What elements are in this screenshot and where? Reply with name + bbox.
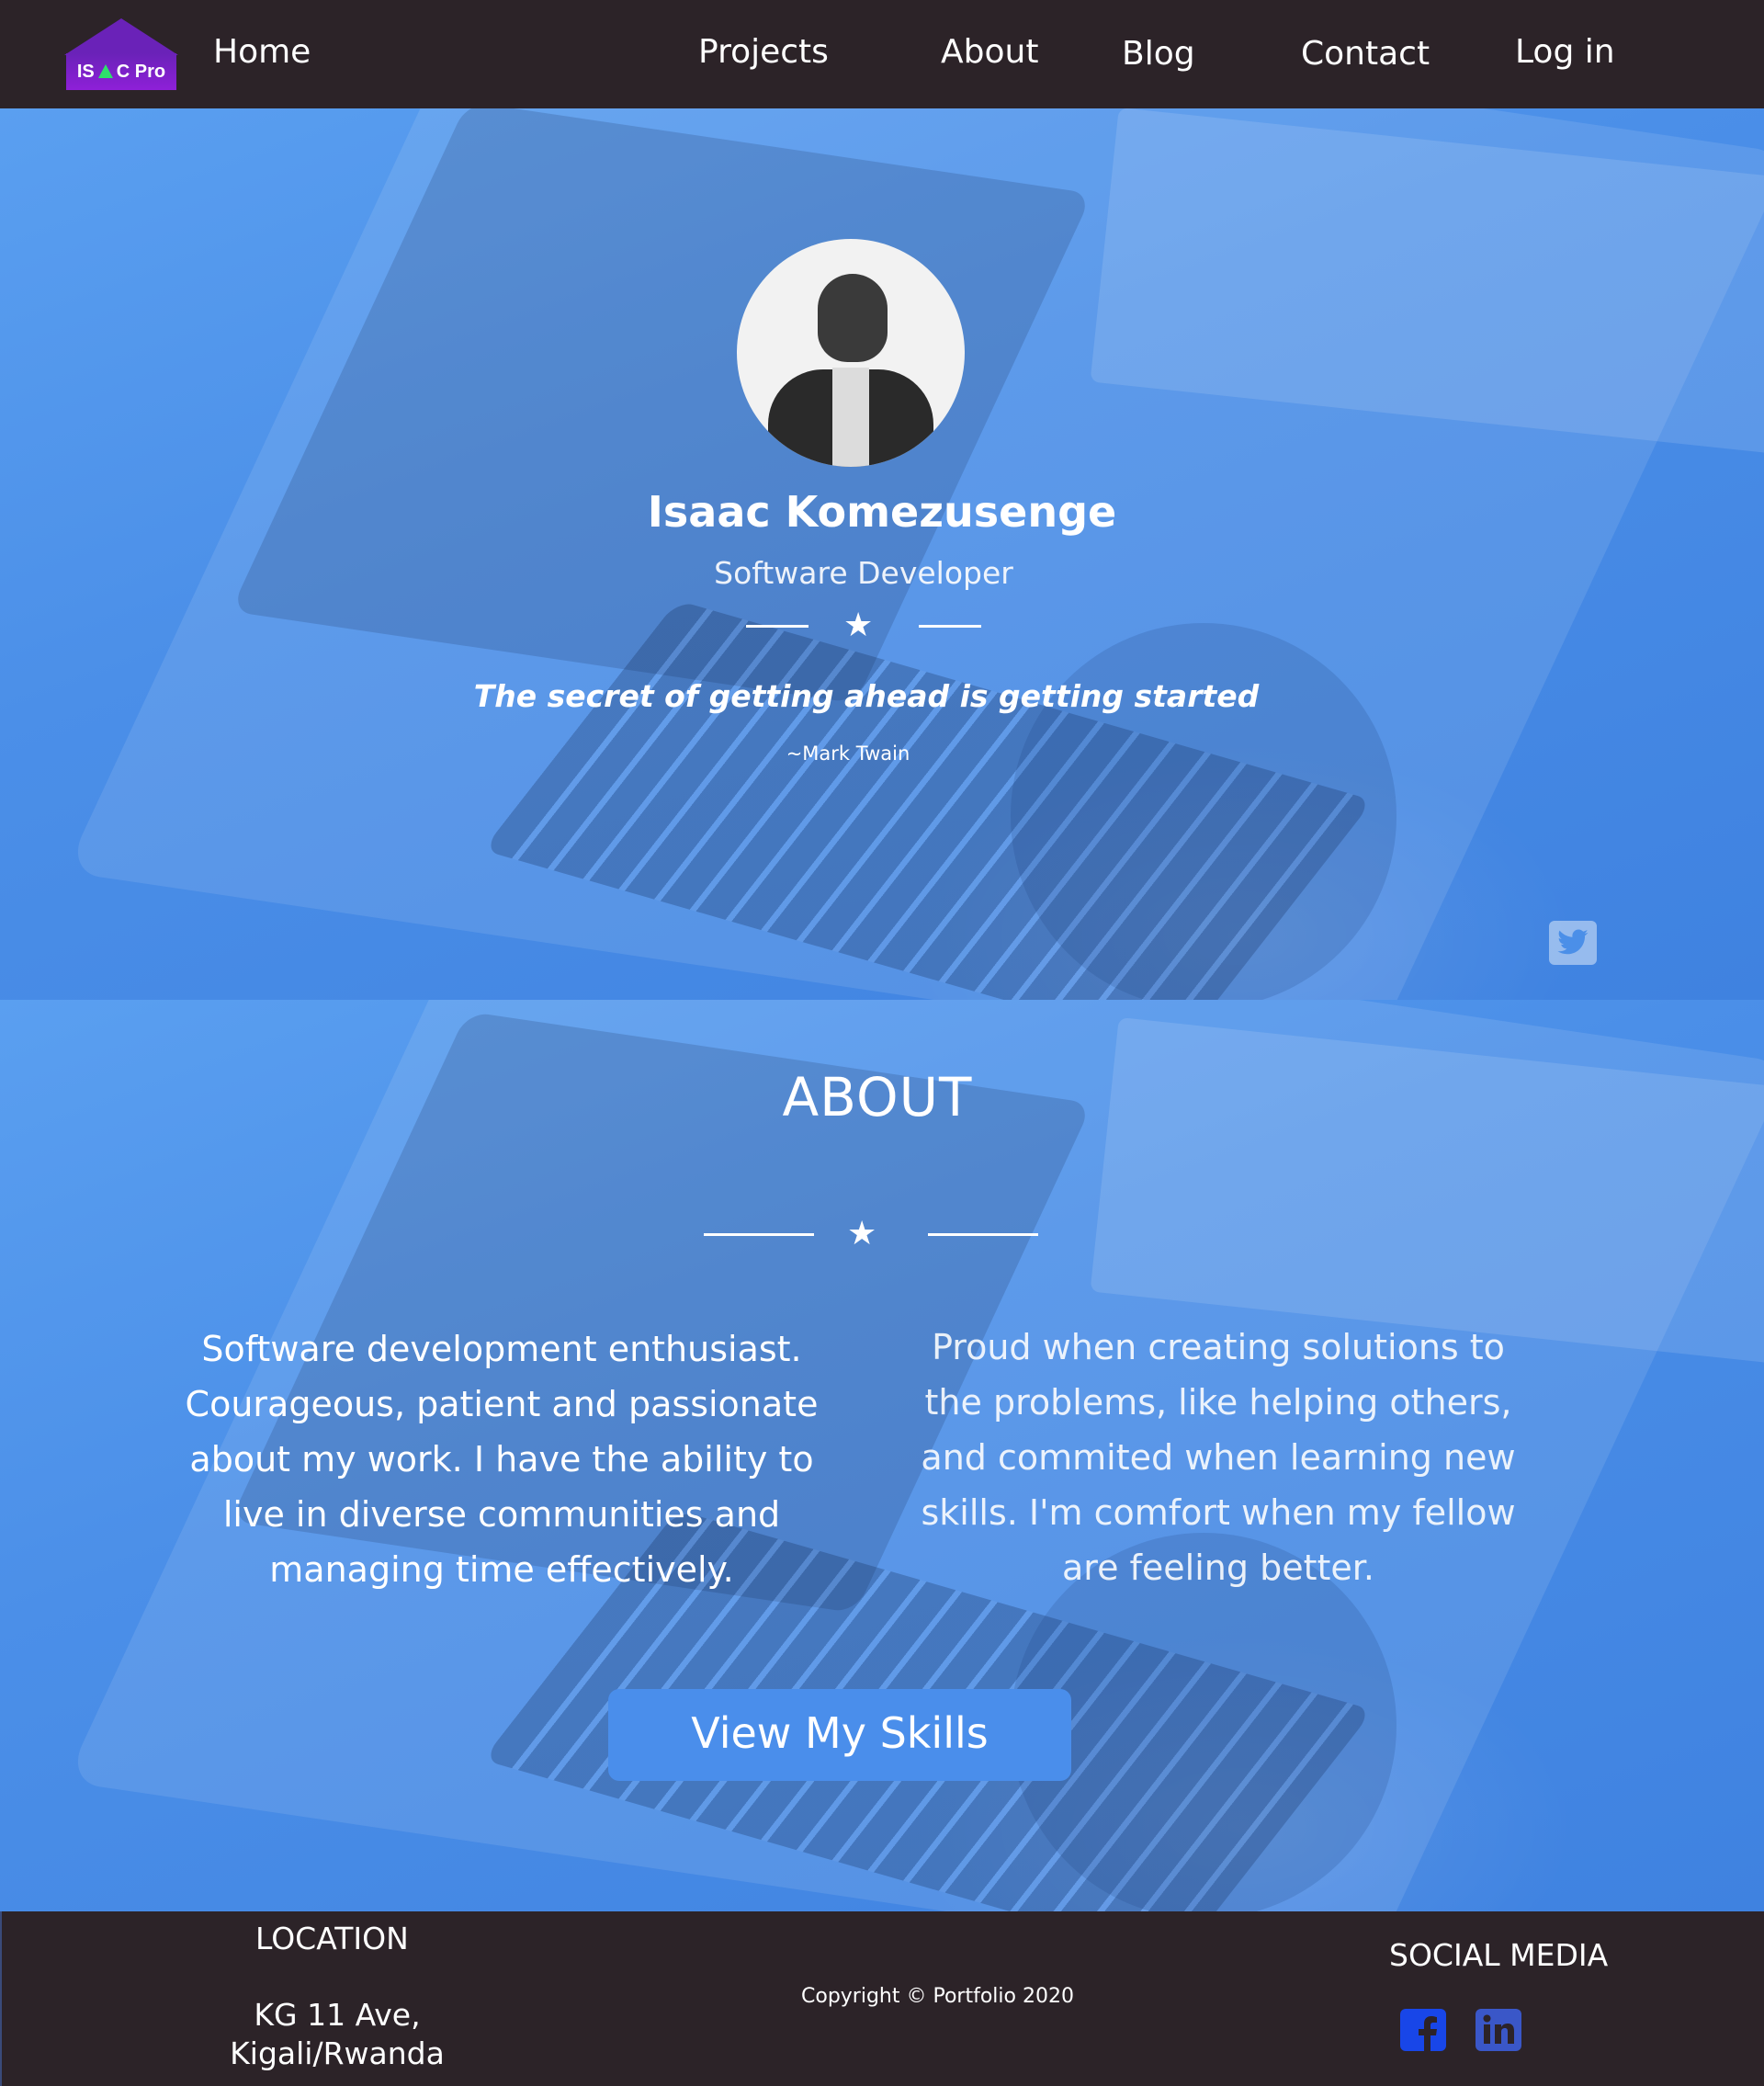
avatar-head [818, 274, 888, 362]
hero-background [0, 108, 1764, 1000]
about-right-line: are feeling better. [1062, 1547, 1374, 1588]
about-left-line: managing time effectively. [269, 1549, 734, 1590]
quote-author: ~Mark Twain [786, 743, 910, 765]
twitter-icon[interactable] [1549, 921, 1597, 965]
nav-link-contact[interactable]: Contact [1301, 35, 1430, 73]
profile-avatar [737, 239, 965, 467]
address-line: KG 11 Ave, [254, 1997, 421, 2033]
star-icon: ★ [843, 607, 874, 644]
about-right-line: the problems, like helping others, [924, 1382, 1512, 1423]
linkedin-icon[interactable] [1476, 2009, 1521, 2051]
logo-text-left: IS [76, 62, 95, 82]
nav-link-home[interactable]: Home [213, 33, 311, 71]
about-right-line: skills. I'm comfort when my fellow [921, 1492, 1516, 1533]
about-right-line: and commited when learning new [921, 1437, 1516, 1478]
logo-triangle-icon [97, 64, 113, 78]
about-left-line: Courageous, patient and passionate [185, 1384, 819, 1424]
profile-name: Isaac Komezusenge [647, 487, 1117, 537]
divider-line-left [746, 625, 808, 628]
logo-roof-shape [64, 18, 178, 55]
profile-role: Software Developer [714, 555, 1013, 591]
star-icon: ★ [847, 1215, 877, 1253]
divider-line-left [704, 1233, 814, 1236]
logo-text-right: C Pro [116, 62, 166, 82]
about-paragraph-left: Software development enthusiast. Courage… [153, 1321, 851, 1597]
nav-link-projects[interactable]: Projects [698, 33, 829, 71]
about-left-line: about my work. I have the ability to [189, 1439, 814, 1479]
nav-link-blog[interactable]: Blog [1122, 35, 1195, 73]
site-logo[interactable]: IS C Pro [64, 18, 178, 90]
about-left-line: Software development enthusiast. [201, 1329, 802, 1369]
about-divider: ★ [704, 1215, 1040, 1253]
about-right-line: Proud when creating solutions to [932, 1327, 1505, 1367]
footer-address: KG 11 Ave, Kigali/Rwanda [213, 1996, 461, 2073]
footer-location-title: LOCATION [255, 1921, 409, 1956]
logo-badge: IS C Pro [66, 53, 176, 90]
about-left-line: live in diverse communities and [222, 1494, 781, 1535]
nav-link-about[interactable]: About [941, 33, 1038, 71]
footer-copyright: Copyright © Portfolio 2020 [801, 1985, 1074, 2008]
view-skills-button[interactable]: View My Skills [608, 1689, 1071, 1781]
about-title: ABOUT [782, 1066, 973, 1128]
hero-divider: ★ [746, 607, 985, 644]
top-navbar: IS C Pro Home Projects About Blog Contact… [0, 0, 1764, 108]
divider-line-right [928, 1233, 1038, 1236]
address-line: Kigali/Rwanda [230, 2035, 445, 2071]
divider-line-right [919, 625, 981, 628]
footer-social-title: SOCIAL MEDIA [1389, 1937, 1609, 1973]
hero-quote: The secret of getting ahead is getting s… [473, 678, 1260, 714]
facebook-icon[interactable] [1400, 2009, 1446, 2051]
about-paragraph-right: Proud when creating solutions to the pro… [869, 1320, 1567, 1595]
nav-link-login[interactable]: Log in [1515, 33, 1615, 71]
avatar-shirt [832, 368, 869, 467]
